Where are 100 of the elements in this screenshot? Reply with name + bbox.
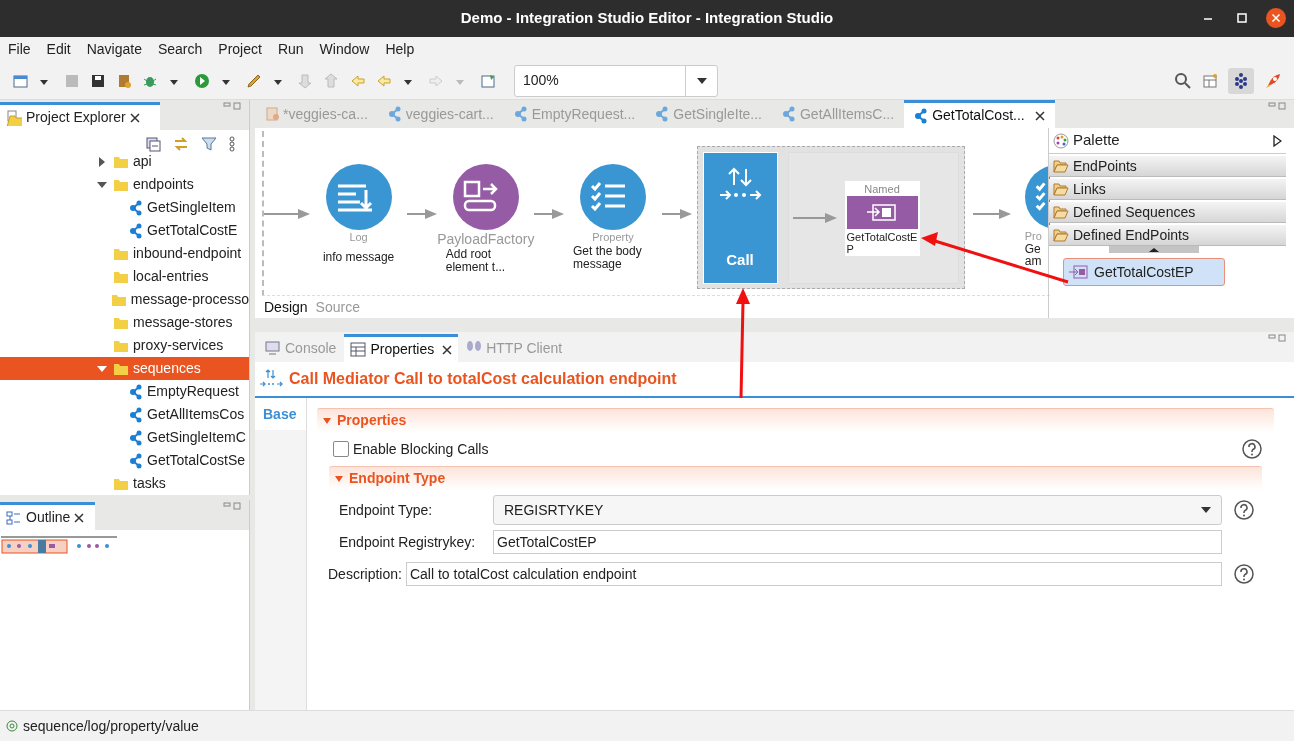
zoom-field[interactable]: 100% <box>514 64 718 97</box>
collapse-all-icon[interactable] <box>145 136 161 152</box>
tree-item[interactable]: message-processo <box>0 288 249 311</box>
help-icon[interactable] <box>1233 564 1254 584</box>
view-tab[interactable]: Outline <box>0 502 95 530</box>
collapse-palette-icon[interactable] <box>1272 134 1282 147</box>
rocket-icon[interactable] <box>1264 71 1282 90</box>
tree-item[interactable]: GetSingleItemC <box>0 426 249 449</box>
mediator-description: Add root element t... <box>445 248 507 274</box>
endpoint-name: GetTotalCostEP <box>846 230 918 255</box>
close-icon[interactable] <box>1034 110 1045 121</box>
scroll-up-icon[interactable] <box>1108 246 1199 253</box>
open-folder-icon <box>1053 228 1069 242</box>
dropdown-caret-icon[interactable] <box>1201 507 1211 513</box>
checkbox-label: Enable Blocking Calls <box>353 439 490 459</box>
tree-item[interactable]: local-entries <box>0 265 249 288</box>
menu-item[interactable]: Edit <box>46 39 71 60</box>
flow-arrow <box>661 209 692 219</box>
properties-heading: Call Mediator Call to totalCost calculation endpoint <box>289 369 677 389</box>
document-icon <box>265 106 279 122</box>
tree-item[interactable]: GetTotalCostSe <box>0 449 249 472</box>
link-editor-icon[interactable] <box>173 136 189 152</box>
palette-drawer[interactable]: Links <box>1049 179 1286 200</box>
tree-item[interactable]: sequences <box>0 357 249 380</box>
help-icon[interactable] <box>1242 439 1262 459</box>
help-icon[interactable] <box>1234 500 1254 520</box>
palette-item[interactable]: GetTotalCostEP <box>1063 258 1225 286</box>
input-field[interactable]: GetTotalCostEP <box>493 530 1222 554</box>
open-folder-icon <box>1053 205 1069 219</box>
close-icon[interactable] <box>74 512 85 523</box>
field-label: Description: <box>328 564 402 584</box>
tree-item[interactable]: EmptyRequest <box>0 380 249 403</box>
field-label: Endpoint Type: <box>339 500 434 520</box>
collapse-arrow-icon[interactable] <box>95 365 109 372</box>
tree-item[interactable]: endpoints <box>0 173 249 196</box>
tree-item[interactable]: GetSingleItem <box>0 196 249 219</box>
pen-icon[interactable] <box>246 72 262 89</box>
field-label: Endpoint Registrykey: <box>339 532 477 552</box>
sequence-icon <box>655 106 670 122</box>
search-icon[interactable] <box>1174 71 1192 90</box>
tree-item[interactable]: proxy-services <box>0 334 249 357</box>
close-icon[interactable] <box>442 344 453 355</box>
sequence-icon <box>513 106 528 122</box>
menu-item[interactable]: Project <box>218 39 262 60</box>
perspective-icon[interactable] <box>1202 72 1218 89</box>
named-endpoint[interactable]: Named GetTotalCostEP <box>844 180 920 256</box>
dots-icon <box>1232 71 1250 90</box>
open-folder-icon <box>1053 159 1069 173</box>
view-menu-icon[interactable] <box>229 136 235 152</box>
run-icon[interactable] <box>194 72 210 89</box>
console-icon <box>265 340 281 356</box>
checkbox[interactable] <box>333 441 349 457</box>
menu-item[interactable]: Search <box>157 39 203 60</box>
payload-mediator-icon[interactable] <box>452 164 519 230</box>
table-icon <box>350 341 367 358</box>
close-icon[interactable] <box>129 112 140 123</box>
menu-item[interactable]: Run <box>277 39 304 60</box>
mediator-description: info message <box>321 251 396 264</box>
sequence-icon <box>914 107 929 124</box>
sequence-icon <box>129 406 143 423</box>
menu-item[interactable]: Navigate <box>86 39 142 60</box>
window-pin-icon[interactable] <box>480 72 496 89</box>
collapse-arrow-icon[interactable] <box>95 181 109 188</box>
sequence-icon <box>129 429 143 446</box>
palette-drawer[interactable]: Defined EndPoints <box>1049 225 1286 246</box>
tree-item[interactable]: inbound-endpoint <box>0 242 249 265</box>
close-icon[interactable] <box>1266 8 1286 28</box>
database-icon[interactable] <box>116 72 132 89</box>
menu-item[interactable]: Window <box>319 39 370 60</box>
open-folder-icon <box>1053 182 1069 196</box>
folder-icon <box>6 109 22 126</box>
tree-item[interactable]: GetTotalCostE <box>0 219 249 242</box>
panel-tab[interactable]: Properties <box>344 334 459 362</box>
endpoint-type: Named <box>864 181 900 196</box>
tree-item[interactable]: GetAllItemsCos <box>0 403 249 426</box>
editor-mode-tab[interactable]: Design <box>264 296 308 318</box>
mediator-type: PayloadFactory <box>437 232 535 246</box>
view-tab[interactable]: Project Explorer <box>0 102 160 130</box>
outline-icon <box>6 509 22 526</box>
tree-item[interactable]: message-stores <box>0 311 249 334</box>
tree-item[interactable]: tasks <box>0 472 249 495</box>
mediator-description: Get the body message <box>572 245 643 271</box>
mediator-description: Ge am <box>1024 243 1043 267</box>
editor-tab[interactable]: GetTotalCost... <box>904 100 1055 128</box>
menu-item[interactable]: Help <box>385 39 415 60</box>
property-mediator-icon[interactable] <box>579 164 646 230</box>
input-field[interactable]: Call to totalCost calculation endpoint <box>405 562 1222 586</box>
palette-drawer[interactable]: EndPoints <box>1049 156 1286 177</box>
mediator-type: Log <box>349 232 368 243</box>
save-all-icon[interactable] <box>90 72 106 89</box>
tree-item[interactable]: api <box>0 150 249 173</box>
menu-item[interactable]: File <box>8 39 31 60</box>
new-window-icon[interactable] <box>12 72 28 89</box>
palette-drawer[interactable]: Defined Sequences <box>1049 202 1286 223</box>
palette-title: Palette <box>1073 130 1121 151</box>
endpoint-type-dropdown[interactable]: REGISRTYKEY <box>493 495 1222 525</box>
log-mediator-icon[interactable] <box>325 164 392 230</box>
integration-perspective-button[interactable] <box>1228 67 1254 94</box>
endpoint-icon <box>846 195 918 229</box>
filter-icon[interactable] <box>201 136 217 152</box>
